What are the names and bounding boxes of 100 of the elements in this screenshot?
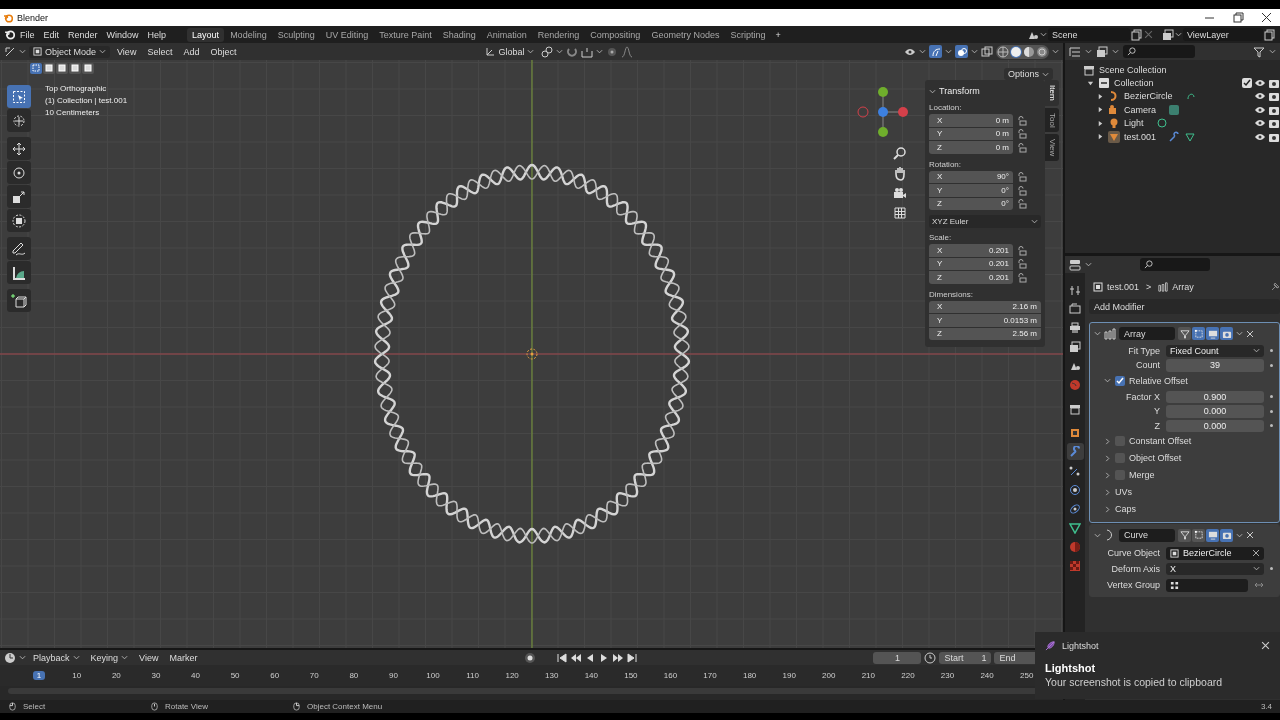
menu-item[interactable]: Edit [39,29,64,40]
tool-button[interactable] [7,161,31,184]
camera-data-icon[interactable] [1168,103,1180,116]
workspace-tab[interactable]: Shading [437,27,481,42]
chevron-right-icon[interactable] [1104,488,1111,496]
light-data-icon[interactable] [1155,117,1168,130]
modifier-toggle[interactable] [1192,528,1205,542]
search-field[interactable] [1140,258,1210,271]
overlay-toggle[interactable] [955,45,968,58]
view-layer-field[interactable]: ViewLayer [1183,28,1263,41]
search-field[interactable] [1123,45,1195,58]
view-layer-icon[interactable] [1162,28,1174,41]
number-field[interactable]: Z 0 m [929,141,1013,154]
tree-item[interactable]: Scene Collection [1099,64,1167,75]
tool-button[interactable] [7,137,31,160]
workspace-tab[interactable]: Geometry Nodes [646,27,725,42]
dropdown[interactable]: X [1166,562,1264,575]
tree-item[interactable]: Collection [1114,78,1154,89]
subpanel-title[interactable]: Merge [1129,470,1155,480]
workspace-tab[interactable]: UV Editing [320,27,374,42]
snap-grid-icon[interactable] [581,45,594,58]
menu-item[interactable]: Render [64,29,102,40]
add-modifier-dropdown[interactable]: Add Modifier [1089,299,1280,314]
chevron-right-icon[interactable] [1104,505,1111,513]
number-field[interactable]: Y 0.0153 m [929,314,1041,327]
falloff-curve-icon[interactable] [621,45,634,58]
tool-button[interactable] [7,85,31,108]
sidebar-tab[interactable]: Tool [1045,107,1059,133]
subpanel-title[interactable]: Caps [1115,504,1136,514]
menu-item[interactable]: Playback [29,651,84,664]
unlocked-icon[interactable] [1017,259,1027,270]
unlocked-icon[interactable] [1017,172,1027,183]
chevron-down-icon[interactable] [1104,377,1111,384]
workspace-tab[interactable]: Scripting [725,27,771,42]
unlocked-icon[interactable] [1017,129,1027,140]
subpanel-title[interactable]: Constant Offset [1129,436,1192,446]
unlocked-icon[interactable] [1017,272,1027,283]
xray-icon[interactable] [981,45,993,58]
select-mode-button[interactable] [43,62,55,74]
mode-dropdown[interactable]: Object Mode [29,45,111,58]
unlocked-icon[interactable] [1017,142,1027,153]
workspace-tab[interactable]: Animation [481,27,532,42]
wrench-icon[interactable] [1168,130,1181,143]
chevron-down-icon[interactable] [1094,330,1101,337]
select-mode-button[interactable] [30,62,42,74]
number-field[interactable]: Z 2.56 m [929,327,1041,340]
solid-shading-icon[interactable] [1010,45,1022,58]
tree-item[interactable]: BezierCircle [1124,91,1173,102]
number-field[interactable]: X 0 m [929,114,1013,127]
menu-item[interactable]: View [135,651,163,664]
chevron-right-icon[interactable] [1104,437,1111,445]
keyframe-dot[interactable] [1270,409,1273,413]
modifier-toggle[interactable] [1178,528,1191,542]
modifier-toggle[interactable] [1220,327,1233,340]
menu-item[interactable]: Help [143,29,171,40]
editor-type-icon[interactable] [4,45,16,58]
options-dropdown[interactable]: Options [1003,68,1053,80]
number-field[interactable]: Y 0 m [929,127,1013,140]
number-field[interactable]: X 90° [929,170,1013,183]
number-field[interactable]: Y 0° [929,184,1013,197]
number-field[interactable]: Y 0.201 [929,257,1013,270]
rendered-shading-icon[interactable] [1036,45,1048,58]
grid-icon[interactable] [892,205,908,221]
menu-item[interactable]: File [16,29,39,40]
wireframe-shading-icon[interactable] [997,45,1009,58]
modifier-toggle[interactable] [1192,327,1205,340]
menu-item[interactable]: Keying [86,651,133,664]
panel-title[interactable]: Transform [929,84,1041,98]
keyframe-dot[interactable] [1270,395,1273,399]
number-field[interactable]: Z 0.201 [929,271,1013,284]
modifier-name-field[interactable]: Curve [1119,528,1175,542]
subpanel-title[interactable]: Object Offset [1129,453,1182,463]
chevron-right-icon[interactable] [1104,471,1111,479]
checkbox[interactable] [1242,78,1252,89]
tool-button[interactable] [7,185,31,208]
number-field[interactable]: X 0.201 [929,244,1013,257]
pivot-icon[interactable] [541,45,554,58]
proportional-edit-icon[interactable] [606,45,619,58]
properties-tab[interactable] [1066,300,1084,317]
keyframe-dot[interactable] [1270,567,1273,571]
subpanel-title[interactable]: Relative Offset [1129,375,1188,386]
select-mode-button[interactable] [69,62,81,74]
modifier-name-field[interactable]: Array [1119,327,1175,340]
editor-type-icon[interactable] [4,651,16,664]
rotation-mode-dropdown[interactable]: XYZ Euler [929,215,1041,228]
tree-item[interactable]: test.001 [1124,131,1157,142]
camera-icon[interactable] [892,185,908,201]
unlocked-icon[interactable] [1017,245,1027,256]
app-logo-icon[interactable] [4,29,15,40]
editor-type-icon[interactable] [1069,258,1081,271]
expanded-triangle-icon[interactable] [1087,79,1094,87]
image-stack-icon[interactable] [1096,45,1108,58]
tree-item[interactable]: Light [1124,118,1144,129]
camera-icon[interactable] [1268,77,1280,90]
modifier-toggle[interactable] [1220,528,1233,542]
copy-icon[interactable] [1264,28,1276,41]
properties-tab[interactable] [1066,443,1084,460]
copy-icon[interactable] [1131,28,1143,41]
menu-item[interactable]: Select [143,46,177,57]
gizmo-toggle[interactable] [929,45,942,58]
